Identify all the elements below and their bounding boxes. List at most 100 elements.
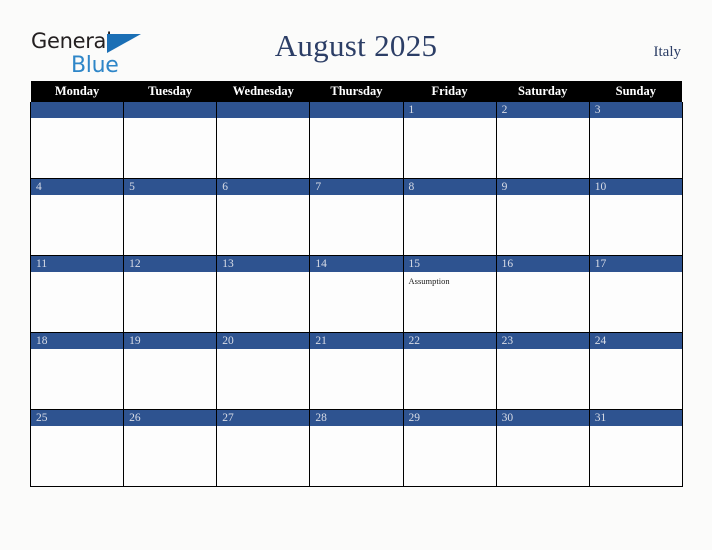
day-number: 31 — [589, 410, 682, 426]
calendar-day-cell[interactable]: 25 — [29, 409, 125, 487]
calendar-day-cell[interactable]: 2 — [495, 102, 590, 179]
weekday-header-monday: Monday — [30, 81, 124, 102]
calendar-week-row: 4 5 6 7 8 9 10 — [29, 178, 683, 256]
calendar-day-cell[interactable]: 26 — [123, 409, 218, 487]
day-number — [124, 102, 217, 118]
day-number: 16 — [496, 256, 589, 272]
calendar-day-cell[interactable]: 20 — [216, 332, 311, 410]
calendar-empty-cell — [29, 102, 125, 179]
calendar-day-cell[interactable]: 24 — [588, 332, 683, 410]
calendar-empty-cell — [123, 102, 218, 179]
day-events — [404, 426, 496, 486]
day-number: 19 — [124, 333, 217, 349]
day-number — [217, 102, 310, 118]
calendar-day-cell[interactable]: 9 — [495, 178, 590, 256]
calendar-day-cell[interactable]: 8 — [402, 178, 497, 256]
day-events — [590, 426, 682, 486]
day-number — [31, 102, 124, 118]
day-number: 24 — [589, 333, 682, 349]
day-number: 15 — [403, 256, 496, 272]
calendar-day-cell[interactable]: 10 — [588, 178, 683, 256]
day-number: 29 — [403, 410, 496, 426]
day-events — [497, 195, 589, 255]
calendar-header-row-group: Monday Tuesday Wednesday Thursday Friday Satu… — [30, 81, 683, 102]
day-number: 14 — [310, 256, 403, 272]
calendar-page: General Blue August 2025 Italy Monday Tue… — [0, 0, 712, 550]
day-events — [590, 272, 682, 332]
calendar-empty-cell — [309, 102, 404, 179]
day-number: 1 — [403, 102, 496, 118]
calendar-table: Monday Tuesday Wednesday Thursday Friday Satu… — [29, 81, 683, 487]
calendar-day-cell[interactable]: 15 Assumption — [402, 255, 497, 333]
calendar-day-cell[interactable]: 23 — [495, 332, 590, 410]
page-title: August 2025 — [274, 28, 438, 63]
weekday-header-wednesday: Wednesday — [216, 81, 310, 102]
calendar-day-cell[interactable]: 29 — [402, 409, 497, 487]
day-events — [404, 349, 496, 409]
day-events — [310, 426, 402, 486]
calendar-day-cell[interactable]: 1 — [402, 102, 497, 179]
calendar-day-cell[interactable]: 4 — [29, 178, 125, 256]
day-number: 26 — [124, 410, 217, 426]
calendar-day-cell[interactable]: 11 — [29, 255, 125, 333]
calendar-day-cell[interactable]: 18 — [29, 332, 125, 410]
day-number: 27 — [217, 410, 310, 426]
calendar-week-row: 18 19 20 21 22 23 24 — [29, 332, 683, 410]
day-events — [497, 118, 589, 178]
day-events — [497, 272, 589, 332]
weekday-header-row: Monday Tuesday Wednesday Thursday Friday Satu… — [30, 81, 683, 102]
day-number: 18 — [31, 333, 124, 349]
day-events — [31, 426, 123, 486]
day-events — [404, 118, 496, 178]
day-number: 22 — [403, 333, 496, 349]
day-events — [310, 195, 402, 255]
calendar-day-cell[interactable]: 6 — [216, 178, 311, 256]
calendar-day-cell[interactable]: 31 — [588, 409, 683, 487]
day-events — [217, 349, 309, 409]
day-events — [310, 349, 402, 409]
calendar-day-cell[interactable]: 3 — [588, 102, 683, 179]
weekday-header-sunday: Sunday — [589, 81, 683, 102]
day-number: 12 — [124, 256, 217, 272]
day-number: 2 — [496, 102, 589, 118]
weekday-header-tuesday: Tuesday — [123, 81, 217, 102]
day-events — [590, 195, 682, 255]
day-events — [31, 118, 123, 178]
calendar-body: 1 2 3 4 5 6 7 8 9 10 11 12 13 14 15 Assumption 16 17 18 19 2… — [29, 102, 683, 487]
holiday-event: Assumption — [408, 276, 450, 286]
day-events — [310, 272, 402, 332]
day-number — [310, 102, 403, 118]
day-number: 23 — [496, 333, 589, 349]
calendar-day-cell[interactable]: 5 — [123, 178, 218, 256]
day-number: 10 — [589, 179, 682, 195]
page-header: General Blue August 2025 Italy — [0, 0, 712, 78]
day-events — [31, 272, 123, 332]
day-number: 17 — [589, 256, 682, 272]
calendar-week-row: 11 12 13 14 15 Assumption 16 17 — [29, 255, 683, 333]
day-number: 8 — [403, 179, 496, 195]
day-events — [590, 118, 682, 178]
calendar-container: Monday Tuesday Wednesday Thursday Friday Satu… — [29, 81, 683, 487]
day-events: Assumption — [404, 272, 496, 332]
day-events — [124, 195, 216, 255]
calendar-day-cell[interactable]: 19 — [123, 332, 218, 410]
weekday-header-thursday: Thursday — [309, 81, 403, 102]
calendar-day-cell[interactable]: 17 — [588, 255, 683, 333]
calendar-day-cell[interactable]: 22 — [402, 332, 497, 410]
calendar-day-cell[interactable]: 21 — [309, 332, 404, 410]
day-events — [217, 272, 309, 332]
day-number: 25 — [31, 410, 124, 426]
calendar-day-cell[interactable]: 7 — [309, 178, 404, 256]
calendar-day-cell[interactable]: 14 — [309, 255, 404, 333]
day-events — [31, 349, 123, 409]
weekday-header-saturday: Saturday — [496, 81, 590, 102]
calendar-day-cell[interactable]: 30 — [495, 409, 590, 487]
calendar-day-cell[interactable]: 27 — [216, 409, 311, 487]
day-events — [124, 118, 216, 178]
day-events — [124, 426, 216, 486]
calendar-day-cell[interactable]: 13 — [216, 255, 311, 333]
calendar-day-cell[interactable]: 28 — [309, 409, 404, 487]
calendar-day-cell[interactable]: 12 — [123, 255, 218, 333]
region-label: Italy — [653, 44, 682, 60]
calendar-day-cell[interactable]: 16 — [495, 255, 590, 333]
